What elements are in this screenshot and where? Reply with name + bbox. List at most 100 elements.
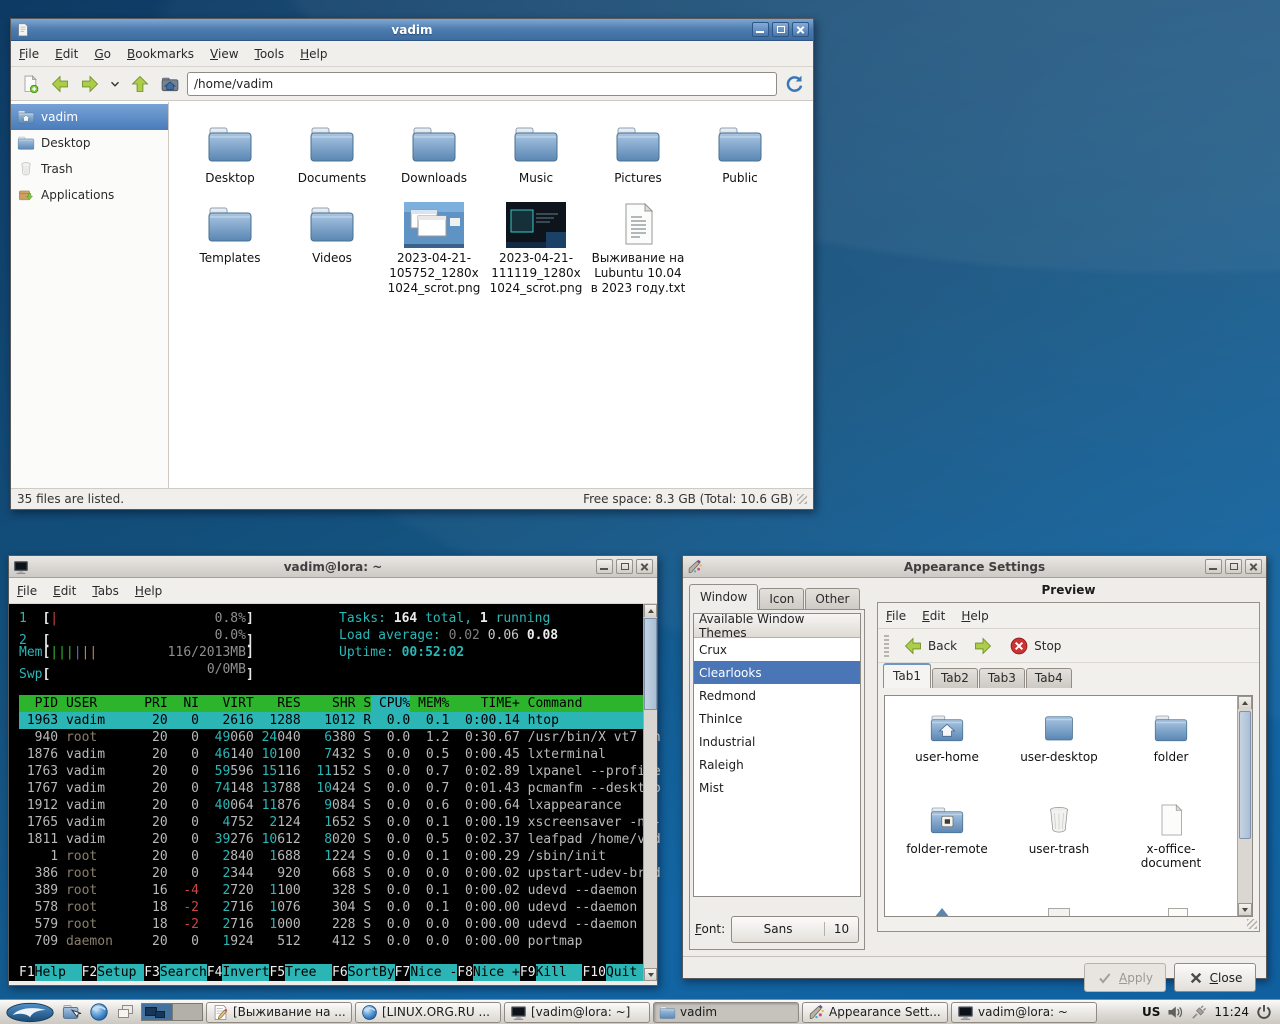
preview-tab[interactable]: Tab3: [979, 668, 1025, 688]
maximize-button[interactable]: [772, 22, 789, 37]
preview-icon-item[interactable]: user-desktop: [1003, 704, 1115, 796]
menu-item[interactable]: Tabs: [84, 580, 127, 602]
clock[interactable]: 11:24: [1214, 1005, 1249, 1019]
close-button[interactable]: [636, 559, 653, 574]
theme-item[interactable]: Industrial: [694, 730, 860, 753]
settings-tab[interactable]: Other: [805, 588, 859, 610]
file-item[interactable]: Templates: [182, 196, 278, 296]
resize-grip[interactable]: [797, 494, 807, 504]
network-plug-icon[interactable]: [1190, 1003, 1208, 1021]
preview-tab[interactable]: Tab1: [883, 663, 931, 688]
browser-launcher[interactable]: [87, 1002, 111, 1023]
menu-item[interactable]: Help: [292, 43, 335, 65]
file-item[interactable]: 2023-04-21-111119_1280x1024_scrot.png: [488, 196, 584, 296]
preview-tab[interactable]: Tab2: [932, 668, 978, 688]
power-icon[interactable]: [1255, 1003, 1273, 1021]
menu-item[interactable]: Edit: [914, 605, 953, 627]
minimize-button[interactable]: [1205, 559, 1222, 574]
file-item[interactable]: 2023-04-21-105752_1280x1024_scrot.png: [386, 196, 482, 296]
preview-icon-item[interactable]: x-office-document: [1115, 796, 1227, 888]
function-key[interactable]: F5Tree: [269, 964, 332, 981]
forward-button[interactable]: [77, 71, 103, 97]
process-row[interactable]: 1763vadim200595961511611152S0.00.70:02.8…: [19, 763, 643, 780]
history-dropdown-button[interactable]: [107, 71, 123, 97]
font-picker-button[interactable]: Sans 10: [731, 916, 859, 943]
desktop-pager[interactable]: [141, 1003, 203, 1021]
scroll-down-button[interactable]: [644, 968, 657, 981]
process-row[interactable]: 1912vadim20040064118769084S0.00.60:00.64…: [19, 797, 643, 814]
process-row[interactable]: 940root20049060240406380S0.01.20:30.67/u…: [19, 729, 643, 746]
preview-back-button[interactable]: Back: [899, 634, 961, 658]
home-button[interactable]: [157, 71, 183, 97]
new-tab-button[interactable]: [17, 71, 43, 97]
process-row[interactable]: 579root18-227161000228S0.00.00:00.00udev…: [19, 916, 643, 933]
process-row[interactable]: 1811vadim20039276106128020S0.00.50:02.37…: [19, 831, 643, 848]
close-button[interactable]: [1245, 559, 1262, 574]
workspace-2[interactable]: [172, 1004, 202, 1020]
menu-item[interactable]: Help: [953, 605, 996, 627]
sidebar-item[interactable]: Trash: [11, 156, 168, 182]
theme-list-header[interactable]: Available Window Themes: [694, 614, 860, 638]
process-row[interactable]: 386root2002344920668S0.00.00:00.02upstar…: [19, 865, 643, 882]
close-button[interactable]: [792, 22, 809, 37]
scroll-down-button[interactable]: [1238, 903, 1252, 916]
minimize-button[interactable]: [596, 559, 613, 574]
function-key[interactable]: F4Invert: [207, 964, 270, 981]
menu-item[interactable]: File: [11, 43, 47, 65]
maximize-button[interactable]: [1225, 559, 1242, 574]
scroll-up-button[interactable]: [644, 604, 657, 617]
terminal-titlebar[interactable]: vadim@lora: ~: [9, 556, 657, 578]
toolbar-handle[interactable]: [884, 635, 889, 657]
sidebar-item[interactable]: vadim: [11, 104, 168, 130]
preview-forward-button[interactable]: [969, 634, 997, 658]
sidebar-item[interactable]: Desktop: [11, 130, 168, 156]
scroll-up-button[interactable]: [1238, 696, 1252, 709]
preview-icon-item[interactable]: folder-remote: [891, 796, 1003, 888]
preview-icon-item[interactable]: user-home: [891, 704, 1003, 796]
theme-item[interactable]: Mist: [694, 776, 860, 799]
volume-icon[interactable]: [1166, 1003, 1184, 1021]
file-item[interactable]: Documents: [284, 116, 380, 186]
appearance-titlebar[interactable]: Appearance Settings: [683, 556, 1266, 578]
htop-header-row[interactable]: PIDUSERPRINIVIRTRESSHRSCPU%MEM%TIME+Comm…: [19, 695, 643, 712]
process-row[interactable]: 1767vadim200741481378810424S0.00.70:01.4…: [19, 780, 643, 797]
theme-item[interactable]: Clearlooks: [694, 661, 860, 684]
process-row[interactable]: 1963vadim200261612881012R0.00.10:00.14ht…: [19, 712, 643, 729]
file-item[interactable]: Public: [692, 116, 788, 186]
theme-item[interactable]: Raleigh: [694, 753, 860, 776]
function-key[interactable]: F2Setup: [82, 964, 145, 981]
function-key[interactable]: F7Nice -: [395, 964, 458, 981]
file-manager-titlebar[interactable]: vadim: [11, 19, 813, 41]
file-item[interactable]: Downloads: [386, 116, 482, 186]
function-key[interactable]: F3Search: [144, 964, 207, 981]
function-key[interactable]: F1Help: [19, 964, 82, 981]
workspace-1[interactable]: [142, 1004, 172, 1020]
taskbar-task-button[interactable]: Appearance Sett...: [802, 1002, 948, 1023]
file-item[interactable]: Выживание на Lubuntu 10.04 в 2023 году.t…: [590, 196, 686, 296]
settings-tab[interactable]: Window: [689, 584, 758, 610]
preview-icon-item[interactable]: user-trash: [1003, 796, 1115, 888]
preview-scrollbar[interactable]: [1237, 696, 1252, 916]
file-item[interactable]: Desktop: [182, 116, 278, 186]
menu-item[interactable]: Edit: [47, 43, 86, 65]
process-row[interactable]: 389root16-427201100328S0.00.10:00.02udev…: [19, 882, 643, 899]
sidebar-item[interactable]: Applications: [11, 182, 168, 208]
theme-item[interactable]: ThinIce: [694, 707, 860, 730]
address-bar[interactable]: [187, 72, 777, 96]
reload-button[interactable]: [781, 71, 807, 97]
preview-tab[interactable]: Tab4: [1026, 668, 1072, 688]
taskbar-task-button[interactable]: vadim@lora: ~: [951, 1002, 1097, 1023]
function-key[interactable]: F6SortBy: [332, 964, 395, 981]
file-item[interactable]: Music: [488, 116, 584, 186]
apply-button[interactable]: Apply: [1084, 963, 1166, 992]
taskbar-task-button[interactable]: [Выживание на ...: [206, 1002, 352, 1023]
scrollbar-thumb[interactable]: [1239, 711, 1251, 839]
menu-item[interactable]: View: [202, 43, 246, 65]
back-button[interactable]: [47, 71, 73, 97]
function-key[interactable]: F8Nice +: [457, 964, 520, 981]
process-row[interactable]: 578root18-227161076304S0.00.10:00.00udev…: [19, 899, 643, 916]
iconify-all-button[interactable]: [114, 1002, 138, 1023]
menu-item[interactable]: Edit: [45, 580, 84, 602]
function-key[interactable]: F9Kill: [520, 964, 583, 981]
scrollbar-thumb[interactable]: [644, 618, 657, 710]
